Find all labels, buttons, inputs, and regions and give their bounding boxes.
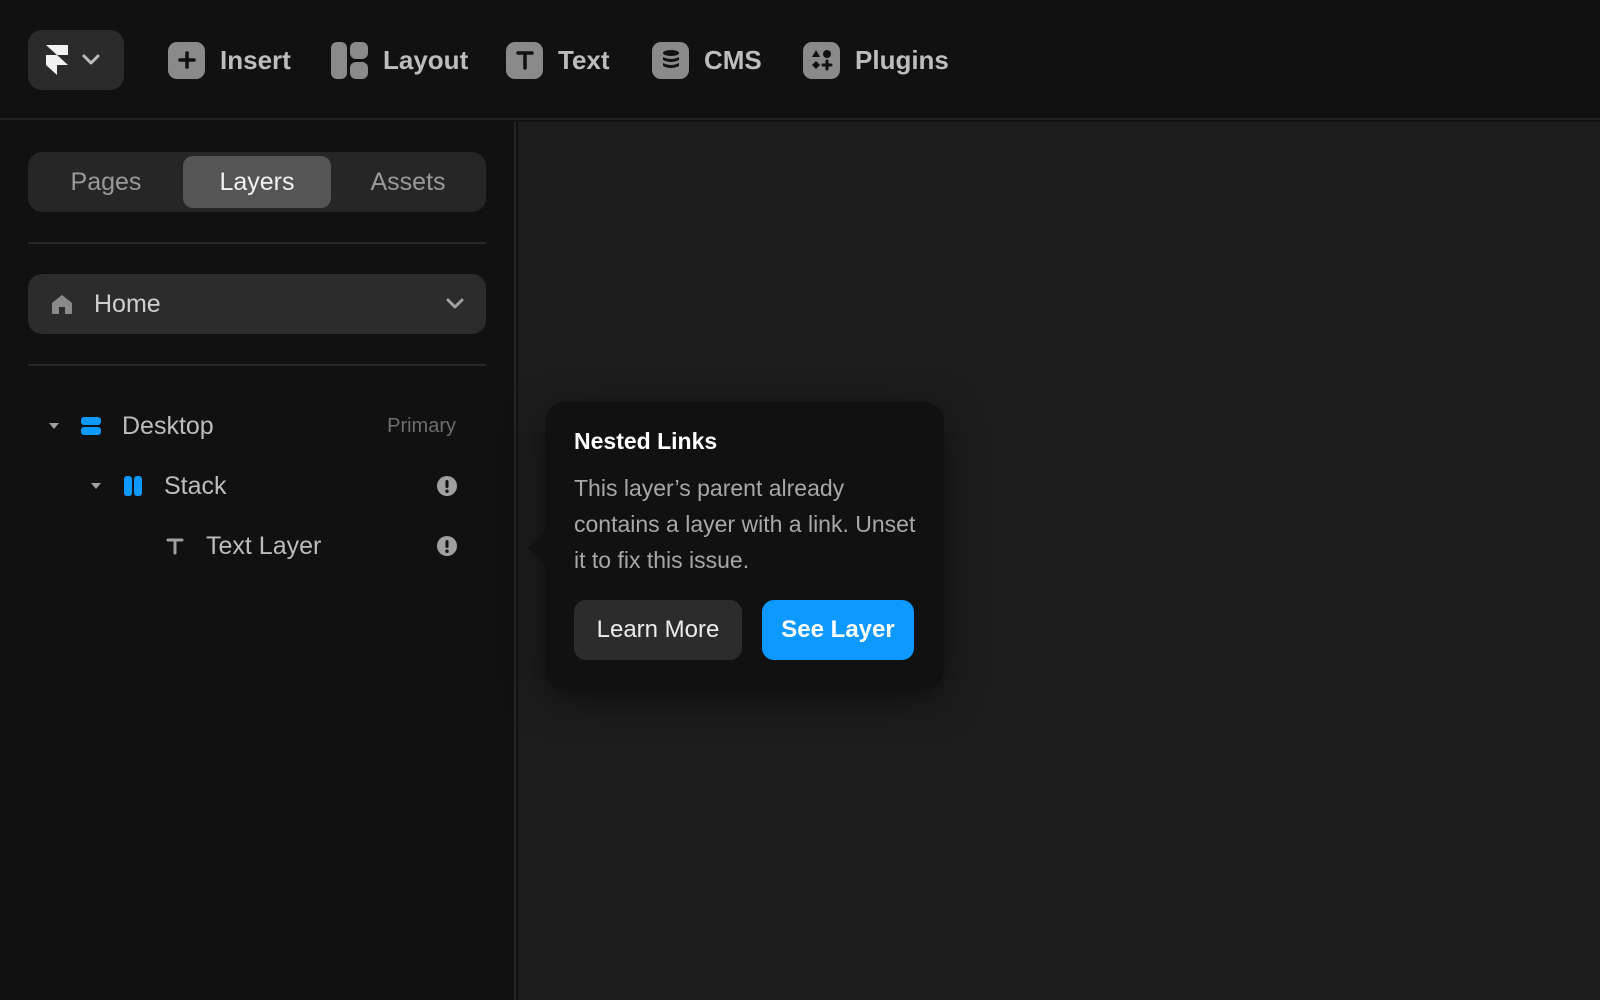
chevron-down-icon [446,298,464,309]
caret-down-icon[interactable] [48,422,60,430]
text-tool-button[interactable]: Text [506,40,610,80]
sidebar-tabs: Pages Layers Assets [28,152,486,212]
page-selector[interactable]: Home [28,274,486,334]
divider [28,364,486,366]
warning-icon[interactable] [436,475,458,497]
text-layer-icon [166,538,184,555]
layer-row-stack[interactable]: Stack [0,463,516,509]
cms-label: CMS [704,44,762,75]
learn-more-button[interactable]: Learn More [574,600,742,660]
see-layer-button[interactable]: See Layer [762,600,914,660]
popover-body: This layer’s parent already contains a l… [574,475,916,573]
caret-down-icon[interactable] [90,482,102,490]
insert-button[interactable]: Insert [168,40,291,80]
framer-logo-icon [46,45,68,75]
text-tool-label: Text [558,44,610,75]
top-toolbar: Insert Layout Text CMS Plugins [0,0,1600,120]
divider [28,242,486,244]
plugins-button[interactable]: Plugins [803,40,949,80]
layout-icon [331,41,368,79]
layer-name: Text Layer [206,531,322,560]
left-sidebar: Pages Layers Assets Home Desktop Primary [0,122,516,1000]
plugins-label: Plugins [855,44,949,75]
page-selector-label: Home [94,289,161,318]
home-icon [52,295,72,314]
stack-icon [124,476,142,496]
app-menu-button[interactable] [28,30,124,90]
warning-icon[interactable] [436,535,458,557]
plus-icon [168,41,205,79]
text-icon [506,41,543,79]
layout-label: Layout [383,44,469,75]
tab-assets[interactable]: Assets [334,156,482,208]
nested-links-popover: Nested Links This layer’s parent already… [528,402,944,690]
popover-title: Nested Links [574,428,718,454]
tab-layers[interactable]: Layers [183,156,331,208]
primary-badge: Primary [387,414,456,437]
layer-row-text-layer[interactable]: Text Layer [0,523,516,569]
plugins-icon [803,41,840,79]
database-icon [652,41,689,79]
layer-name: Desktop [122,411,214,440]
chevron-down-icon [82,54,100,65]
tab-pages[interactable]: Pages [32,156,180,208]
layer-name: Stack [164,471,227,500]
layer-row-desktop[interactable]: Desktop Primary [0,403,516,449]
insert-label: Insert [220,44,291,75]
layout-button[interactable]: Layout [331,40,468,80]
cms-button[interactable]: CMS [652,40,762,80]
frame-icon [81,417,101,435]
